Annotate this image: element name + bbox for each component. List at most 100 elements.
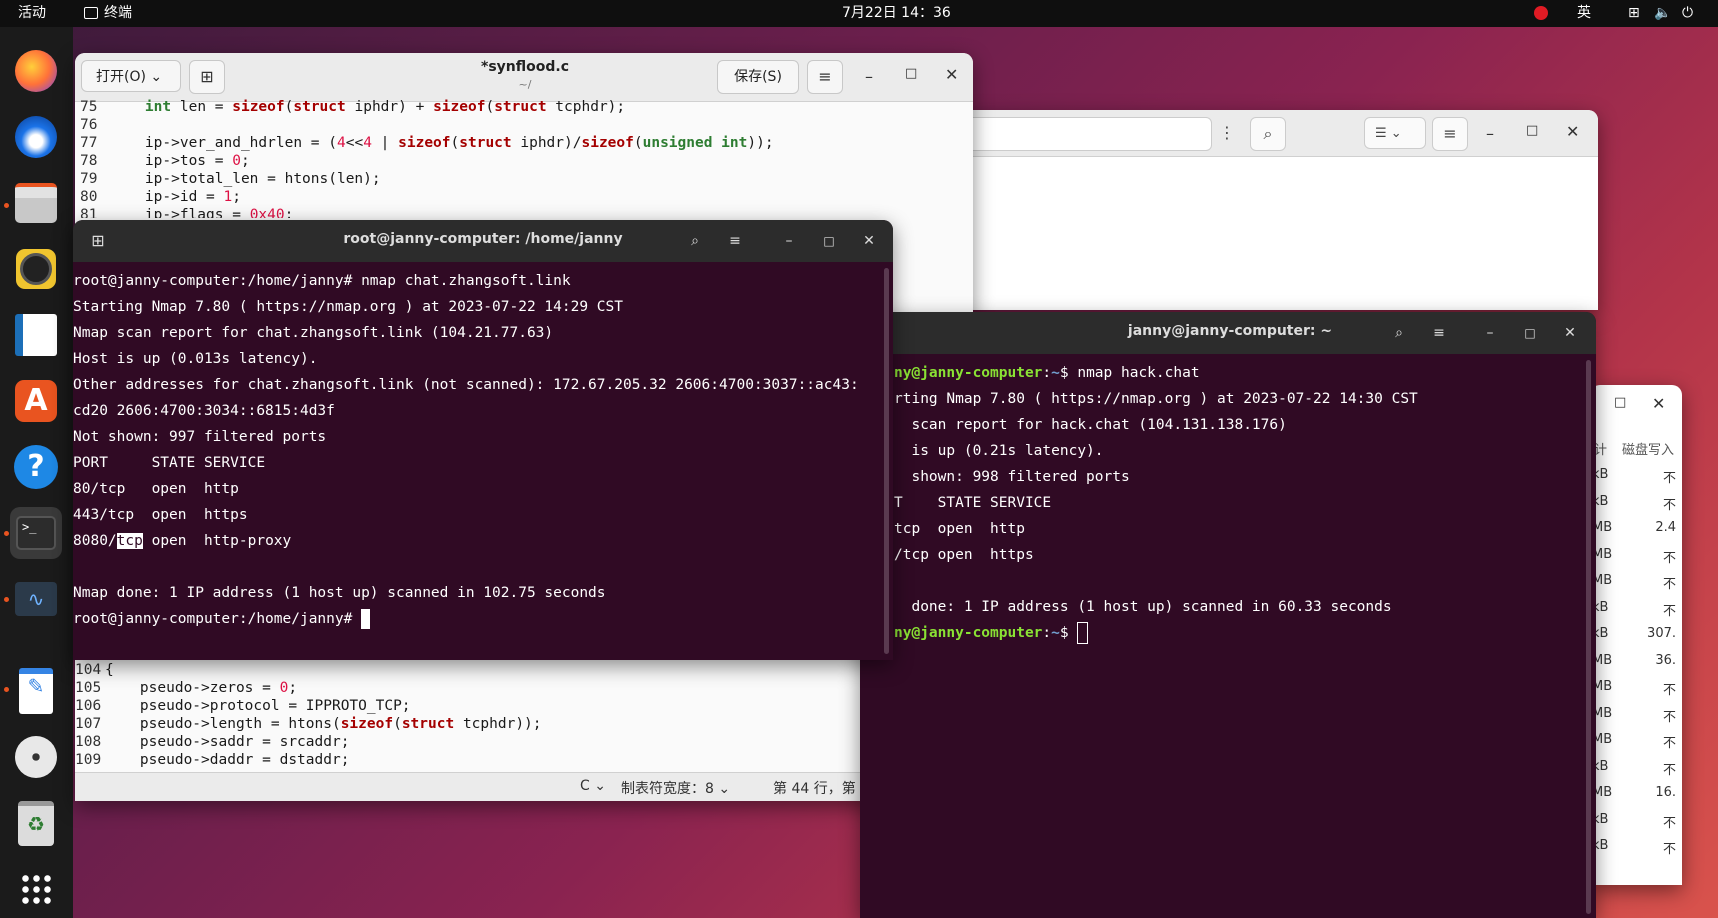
code-line: 76 [80, 117, 98, 133]
menu-icon[interactable]: ≡ [723, 229, 747, 253]
thunderbird-icon[interactable] [10, 111, 62, 163]
minimize-icon[interactable]: – [1486, 124, 1494, 143]
terminal-window-root: ⊞ root@janny-computer: /home/janny ⌕ ≡ –… [73, 220, 893, 660]
search-icon[interactable]: ⌕ [683, 229, 707, 253]
column-header[interactable]: 磁盘写入 [1622, 439, 1674, 458]
terminal-icon[interactable]: >_ [10, 507, 62, 559]
terminal-header: janny@janny-computer: ~ ⌕ ≡ – □ ✕ [860, 312, 1596, 354]
show-apps-icon[interactable] [10, 863, 62, 915]
terminal-header: ⊞ root@janny-computer: /home/janny ⌕ ≡ –… [73, 220, 893, 262]
cell-value: 307. [1647, 626, 1676, 641]
search-icon[interactable]: ⌕ [1250, 117, 1286, 151]
input-method-indicator[interactable]: 英 [1577, 0, 1591, 27]
view-list-icon[interactable]: ☰ ⌄ [1364, 117, 1426, 149]
table-row[interactable]: MB 不 [1590, 547, 1682, 574]
command-output: rting Nmap 7.80 ( https://nmap.org ) at … [894, 391, 1418, 615]
maximize-icon[interactable]: □ [905, 66, 917, 81]
table-row[interactable]: kB 不 [1590, 494, 1682, 521]
maximize-icon[interactable]: □ [1526, 123, 1538, 138]
terminal-line: Other addresses for chat.zhangsoft.link … [73, 377, 859, 393]
system-monitor-icon[interactable]: ∿ [10, 573, 62, 625]
process-table: kB 不 kB 不 MB 2.4 MB 不 MB 不 kB 不 kB 307. MB 36. MB 不 MB 不 MB 不… [1590, 467, 1682, 865]
new-tab-icon[interactable]: ⊞ [189, 60, 225, 94]
minimize-icon[interactable]: – [1478, 321, 1502, 345]
scrollbar[interactable] [884, 268, 889, 654]
language-selector[interactable]: C ⌄ [580, 778, 606, 794]
table-row[interactable]: kB 不 [1590, 812, 1682, 839]
cell-value: 不 [1662, 577, 1676, 592]
terminal-window-janny: janny@janny-computer: ~ ⌕ ≡ – □ ✕ ny@jan… [860, 312, 1596, 918]
menu-icon[interactable]: ≡ [1427, 321, 1451, 345]
table-row[interactable]: kB 307. [1590, 626, 1682, 653]
code-line: 79 ip->total_len = htons(len); [80, 171, 381, 187]
code-area-bottom[interactable]: 104{105 pseudo->zeros = 0; 106 pseudo->pr… [75, 661, 965, 773]
files-icon[interactable] [10, 177, 62, 229]
system-monitor-window: □ ✕ 计 磁盘写入 kB 不 kB 不 MB 2.4 MB 不 MB 不 kB 不 kB 307. MB 3… [1590, 385, 1682, 885]
maximize-icon[interactable]: □ [817, 229, 841, 253]
clock[interactable]: 7月22日 14：36 [842, 0, 951, 27]
tab-width-label: 制表符宽度：8 [621, 781, 714, 797]
volume-icon[interactable]: 🔈 [1654, 0, 1671, 27]
table-row[interactable]: kB 不 [1590, 600, 1682, 627]
maximize-icon[interactable]: □ [1518, 321, 1542, 345]
open-button[interactable]: 打开(O) ⌄ [81, 60, 181, 92]
search-icon[interactable]: ⌕ [1387, 321, 1411, 345]
close-icon[interactable]: ✕ [1652, 394, 1665, 413]
do-not-disturb-icon[interactable] [1534, 6, 1548, 20]
terminal-output[interactable]: root@janny-computer:/home/janny# nmap ch… [73, 268, 881, 654]
firefox-icon[interactable] [10, 45, 62, 97]
app-menu[interactable]: 终端 [84, 0, 132, 27]
terminal-line: root@janny-computer:/home/janny# [73, 606, 881, 632]
table-row[interactable]: MB 不 [1590, 679, 1682, 706]
cell-value: 不 [1662, 550, 1676, 566]
minimize-icon[interactable]: – [777, 229, 801, 253]
chevron-down-icon: ⌄ [150, 69, 163, 85]
text-editor-icon[interactable]: ✎ [10, 665, 62, 717]
power-icon[interactable]: ⏻ [1682, 0, 1693, 27]
document-path: ~/ [518, 78, 532, 91]
tab-width-selector[interactable]: 制表符宽度：8 ⌄ [621, 778, 730, 798]
table-row[interactable]: MB 36. [1590, 653, 1682, 680]
rhythmbox-icon[interactable] [10, 243, 62, 295]
disc-icon[interactable] [10, 731, 62, 783]
close-icon[interactable]: ✕ [1566, 122, 1579, 141]
table-row[interactable]: MB 16. [1590, 785, 1682, 812]
table-row[interactable]: MB 不 [1590, 732, 1682, 759]
cell-value: 2.4 [1655, 520, 1676, 535]
trash-icon[interactable]: ♻ [10, 797, 62, 849]
more-options-icon[interactable]: ⋮ [1214, 117, 1240, 149]
writer-icon[interactable] [10, 309, 62, 361]
table-row[interactable]: kB 不 [1590, 467, 1682, 494]
table-row[interactable]: MB 2.4 [1590, 520, 1682, 547]
save-button[interactable]: 保存(S) [717, 60, 799, 94]
table-row[interactable]: kB 不 [1590, 838, 1682, 865]
activities-button[interactable]: 活动 [18, 0, 46, 27]
code-line: 108 pseudo->saddr = srcaddr; [75, 734, 350, 750]
terminal-output[interactable]: ny@janny-computer:~$ nmap hack.chat rtin… [894, 360, 1584, 910]
scrollbar[interactable] [1586, 360, 1591, 914]
document-title: *synflood.c [481, 59, 569, 75]
close-icon[interactable]: ✕ [857, 229, 881, 253]
network-icon[interactable]: ⊞ [1628, 0, 1640, 27]
terminal-line: PORT STATE SERVICE [73, 455, 266, 471]
table-row[interactable]: MB 不 [1590, 706, 1682, 733]
table-row[interactable]: MB 不 [1590, 573, 1682, 600]
path-bar[interactable] [960, 117, 1212, 151]
close-icon[interactable]: ✕ [1558, 321, 1582, 345]
app-center-icon[interactable]: A [10, 375, 62, 427]
maximize-icon[interactable]: □ [1614, 395, 1626, 410]
file-manager-window: ⋮ ⌕ ☰ ⌄ ≡ – □ ✕ [960, 110, 1598, 310]
menu-icon[interactable]: ≡ [1432, 117, 1468, 151]
cell-value: 不 [1662, 497, 1676, 513]
cursor-position[interactable]: 第 44 行，第 2 [773, 778, 869, 798]
terminal-line: Host is up (0.013s latency). [73, 351, 318, 367]
table-row[interactable]: kB 不 [1590, 759, 1682, 786]
close-icon[interactable]: ✕ [945, 65, 958, 84]
top-bar: 活动 终端 7月22日 14：36 英 ⊞ 🔈 ⏻ [0, 0, 1718, 27]
code-area-top[interactable]: 75 int len = sizeof(struct iphdr) + size… [80, 98, 970, 218]
help-icon[interactable]: ? [10, 441, 62, 493]
status-bar: C ⌄ 制表符宽度：8 ⌄ 第 44 行，第 2 [75, 772, 973, 801]
new-tab-icon[interactable]: ⊞ [85, 229, 111, 253]
minimize-icon[interactable]: – [865, 67, 873, 86]
menu-icon[interactable]: ≡ [807, 60, 843, 94]
